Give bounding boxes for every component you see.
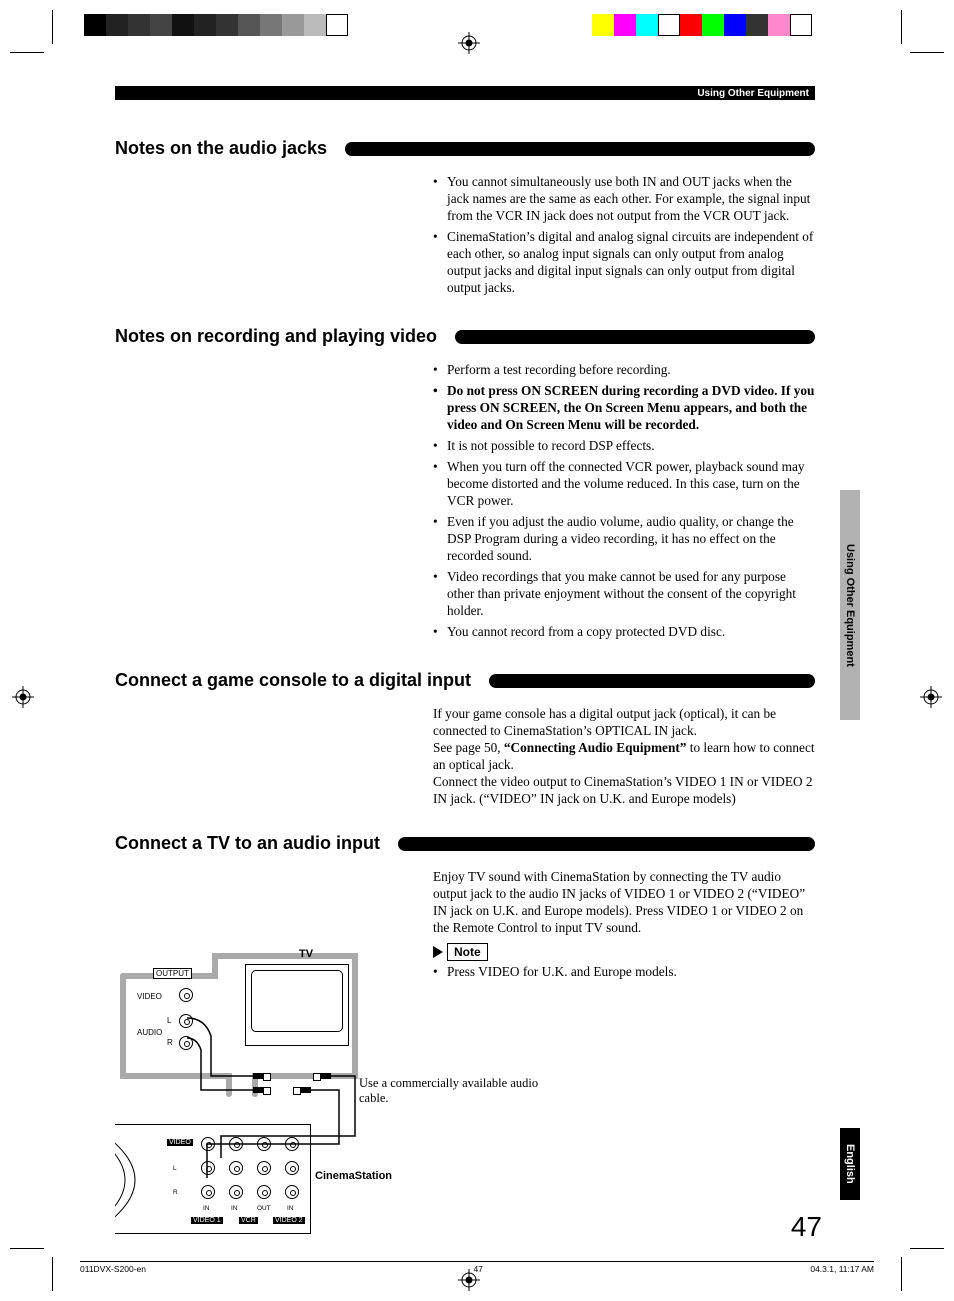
jack-icon bbox=[201, 1161, 215, 1175]
heading-recording: Notes on recording and playing video bbox=[115, 326, 815, 347]
color-swatches-right bbox=[592, 14, 812, 36]
jack-icon bbox=[257, 1185, 271, 1199]
side-tab-section: Using Other Equipment bbox=[840, 490, 860, 720]
registration-mark-icon bbox=[458, 32, 480, 54]
heading-text: Notes on the audio jacks bbox=[115, 138, 337, 159]
list-item: Perform a test recording before recordin… bbox=[433, 361, 815, 378]
list-item: You cannot record from a copy protected … bbox=[433, 623, 815, 640]
jack-icon bbox=[257, 1137, 271, 1151]
list-item: Even if you adjust the audio volume, aud… bbox=[433, 513, 815, 564]
jack-icon bbox=[229, 1161, 243, 1175]
jack-icon bbox=[229, 1185, 243, 1199]
cinemastation-panel: VIDEO L R IN IN OUT IN VIDEO 1 VCR VIDEO… bbox=[115, 1124, 311, 1234]
panel-vcr: VCR bbox=[239, 1217, 258, 1224]
cinemastation-label: CinemaStation bbox=[315, 1170, 392, 1182]
header-text: Using Other Equipment bbox=[697, 88, 809, 99]
panel-video-label: VIDEO bbox=[167, 1139, 193, 1146]
panel-l-label: L bbox=[173, 1165, 177, 1172]
cable-note: Use a commercially available audio cable… bbox=[359, 1076, 559, 1106]
note-arrow-icon bbox=[433, 946, 443, 958]
panel-video2: VIDEO 2 bbox=[273, 1217, 305, 1224]
jack-icon bbox=[285, 1137, 299, 1151]
color-swatches-left bbox=[84, 14, 348, 36]
panel-in: IN bbox=[287, 1205, 294, 1212]
heading-text: Connect a TV to an audio input bbox=[115, 833, 390, 854]
heading-tv-audio: Connect a TV to an audio input bbox=[115, 833, 815, 854]
header-breadcrumb: Using Other Equipment bbox=[115, 86, 815, 100]
connection-diagram: TV OUTPUT VIDEO AUDIO L R Use a commerci… bbox=[115, 946, 415, 1246]
registration-mark-icon bbox=[12, 686, 34, 708]
recording-list: Perform a test recording before recordin… bbox=[433, 361, 815, 640]
page-number: 47 bbox=[791, 1211, 822, 1243]
heading-text: Notes on recording and playing video bbox=[115, 326, 447, 347]
footer-timestamp: 04.3.1, 11:17 AM bbox=[810, 1264, 874, 1273]
panel-in: IN bbox=[231, 1205, 238, 1212]
note-text: Note bbox=[447, 943, 488, 961]
registration-mark-icon bbox=[920, 686, 942, 708]
list-item: It is not possible to record DSP effects… bbox=[433, 437, 815, 454]
list-item: Video recordings that you make cannot be… bbox=[433, 568, 815, 619]
paragraph: See page 50, “Connecting Audio Equipment… bbox=[433, 739, 815, 773]
paragraph: Connect the video output to CinemaStatio… bbox=[433, 773, 815, 807]
paragraph: Enjoy TV sound with CinemaStation by con… bbox=[433, 868, 815, 936]
jack-icon bbox=[201, 1185, 215, 1199]
jack-icon bbox=[257, 1161, 271, 1175]
heading-text: Connect a game console to a digital inpu… bbox=[115, 670, 481, 691]
panel-r-label: R bbox=[173, 1189, 178, 1196]
footer-page: 47 bbox=[473, 1264, 482, 1273]
list-item: Do not press ON SCREEN during recording … bbox=[433, 382, 815, 433]
jack-icon bbox=[201, 1137, 215, 1151]
paragraph: If your game console has a digital outpu… bbox=[433, 705, 815, 739]
jack-icon bbox=[285, 1185, 299, 1199]
side-tab-language: English bbox=[840, 1128, 860, 1200]
jack-icon bbox=[229, 1137, 243, 1151]
note-label: Note bbox=[433, 943, 488, 961]
audio-jacks-list: You cannot simultaneously use both IN an… bbox=[433, 173, 815, 296]
panel-out: OUT bbox=[257, 1205, 271, 1212]
heading-game-console: Connect a game console to a digital inpu… bbox=[115, 670, 815, 691]
heading-audio-jacks: Notes on the audio jacks bbox=[115, 138, 815, 159]
list-item: You cannot simultaneously use both IN an… bbox=[433, 173, 815, 224]
panel-video1: VIDEO 1 bbox=[191, 1217, 223, 1224]
list-item: Press VIDEO for U.K. and Europe models. bbox=[433, 963, 815, 980]
list-item: CinemaStation’s digital and analog signa… bbox=[433, 228, 815, 296]
panel-in: IN bbox=[203, 1205, 210, 1212]
list-item: When you turn off the connected VCR powe… bbox=[433, 458, 815, 509]
jack-icon bbox=[285, 1161, 299, 1175]
